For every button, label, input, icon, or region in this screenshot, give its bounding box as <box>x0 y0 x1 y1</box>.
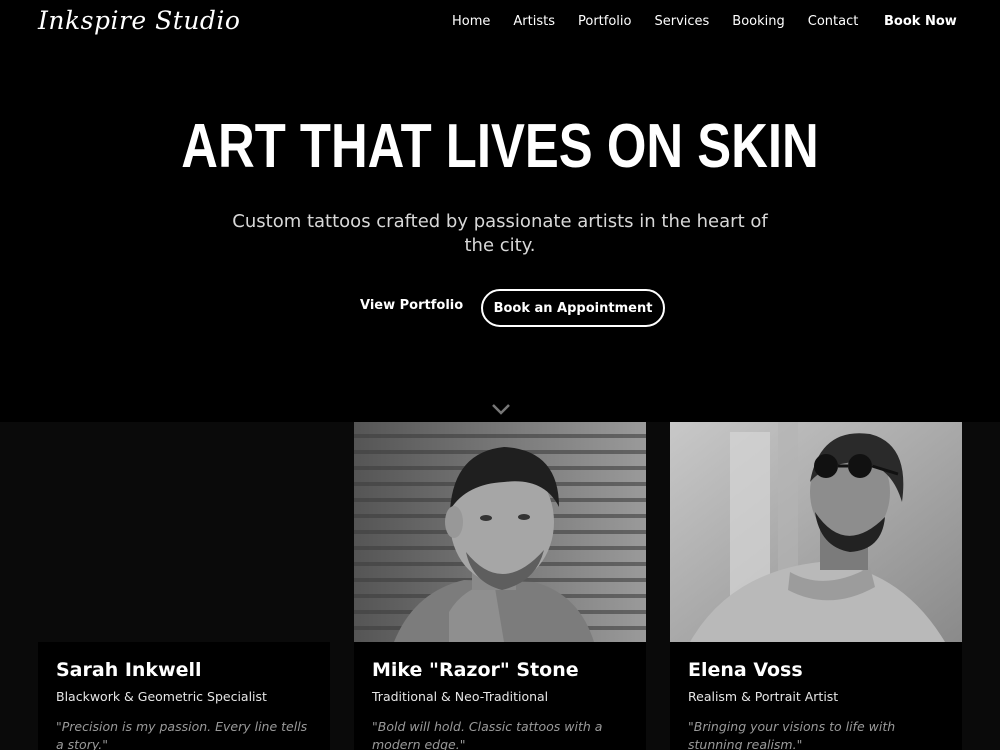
artist-card[interactable]: Sarah Inkwell Blackwork & Geometric Spec… <box>38 422 330 750</box>
nav-link-portfolio[interactable]: Portfolio <box>578 14 631 29</box>
artist-name: Elena Voss <box>688 659 803 681</box>
artist-specialty: Traditional & Neo-Traditional <box>372 689 549 704</box>
nav-link-home[interactable]: Home <box>452 14 490 29</box>
artist-info: Sarah Inkwell Blackwork & Geometric Spec… <box>38 642 330 750</box>
nav-link-artists[interactable]: Artists <box>513 14 555 29</box>
nav-link-booking[interactable]: Booking <box>732 14 784 29</box>
artists-section: Sarah Inkwell Blackwork & Geometric Spec… <box>0 422 1000 750</box>
artist-name: Sarah Inkwell <box>56 659 202 681</box>
book-appointment-button[interactable]: Book an Appointment <box>481 289 665 327</box>
book-now-button[interactable]: Book Now <box>884 14 957 29</box>
artist-photo <box>38 422 330 642</box>
nav-links: Home Artists Portfolio Services Booking … <box>452 14 881 29</box>
hero-subtitle: Custom tattoos crafted by passionate art… <box>232 211 768 256</box>
nav-link-services[interactable]: Services <box>654 14 709 29</box>
artist-portrait-image <box>670 422 962 642</box>
artist-card[interactable]: Mike "Razor" Stone Traditional & Neo-Tra… <box>354 422 646 750</box>
site-logo[interactable]: Inkspire Studio <box>38 6 240 35</box>
hero-title: ART THAT LIVES ON SKIN <box>181 112 819 181</box>
artist-name: Mike "Razor" Stone <box>372 659 579 681</box>
view-portfolio-button[interactable]: View Portfolio <box>360 298 463 313</box>
artist-info: Elena Voss Realism & Portrait Artist "Br… <box>670 642 962 750</box>
artist-quote: "Precision is my passion. Every line tel… <box>56 719 308 750</box>
artist-info: Mike "Razor" Stone Traditional & Neo-Tra… <box>354 642 646 750</box>
artist-portrait-image <box>354 422 646 642</box>
artist-photo <box>354 422 646 642</box>
artist-card[interactable]: Elena Voss Realism & Portrait Artist "Br… <box>670 422 962 750</box>
nav-link-contact[interactable]: Contact <box>808 14 859 29</box>
hero-section: ART THAT LIVES ON SKIN Custom tattoos cr… <box>0 46 1000 422</box>
artist-photo <box>670 422 962 642</box>
chevron-down-icon[interactable] <box>491 402 511 416</box>
artist-specialty: Blackwork & Geometric Specialist <box>56 689 267 704</box>
artist-quote: "Bold will hold. Classic tattoos with a … <box>372 719 603 750</box>
artist-quote: "Bringing your visions to life with stun… <box>688 719 896 750</box>
artist-specialty: Realism & Portrait Artist <box>688 689 839 704</box>
top-navigation: Inkspire Studio Home Artists Portfolio S… <box>0 0 1000 46</box>
